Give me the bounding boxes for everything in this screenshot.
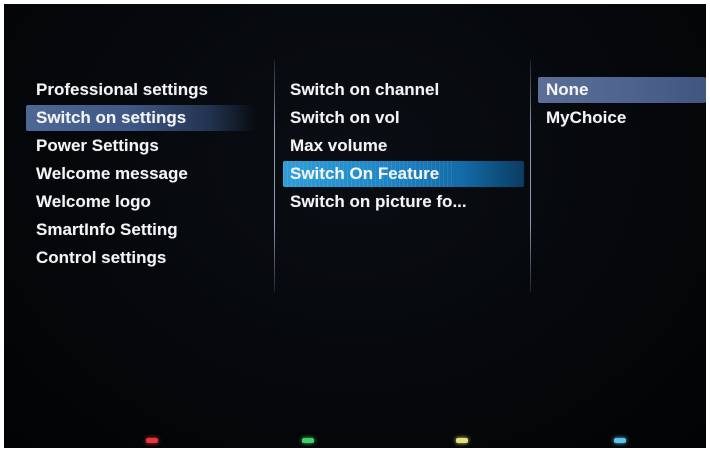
menu-item-label: Power Settings	[36, 136, 159, 155]
submenu-item-label: Switch On Feature	[290, 164, 440, 183]
yellow-color-key[interactable]	[456, 438, 468, 443]
tv-menu-screen: Professional settings Switch on settings…	[4, 4, 706, 448]
option-label: None	[546, 80, 589, 99]
column-divider	[274, 60, 275, 292]
submenu-item-switch-on-feature[interactable]: Switch On Feature	[280, 160, 526, 188]
option-label: MyChoice	[546, 108, 627, 127]
menu-item-power-settings[interactable]: Power Settings	[26, 132, 256, 160]
red-color-key[interactable]	[146, 438, 158, 443]
column-divider	[530, 60, 531, 292]
menu-item-label: Welcome message	[36, 164, 188, 183]
menu-item-welcome-logo[interactable]: Welcome logo	[26, 188, 256, 216]
menu-item-control-settings[interactable]: Control settings	[26, 244, 256, 272]
submenu-item-switch-on-vol[interactable]: Switch on vol	[280, 104, 526, 132]
switch-on-submenu-column: Switch on channel Switch on vol Max volu…	[280, 76, 526, 216]
submenu-item-label: Max volume	[290, 136, 388, 155]
menu-item-switch-on-settings[interactable]: Switch on settings	[26, 104, 256, 132]
submenu-item-switch-on-picture-format[interactable]: Switch on picture fo...	[280, 188, 526, 216]
settings-menu-column: Professional settings Switch on settings…	[26, 76, 256, 272]
menu-item-label: Welcome logo	[36, 192, 151, 211]
menu-item-label: Switch on settings	[36, 108, 187, 127]
menu-item-label: Control settings	[36, 248, 167, 267]
submenu-item-max-volume[interactable]: Max volume	[280, 132, 526, 160]
option-values-column: None MyChoice	[536, 76, 706, 132]
menu-item-smartinfo-setting[interactable]: SmartInfo Setting	[26, 216, 256, 244]
menu-item-label: SmartInfo Setting	[36, 220, 178, 239]
menu-item-welcome-message[interactable]: Welcome message	[26, 160, 256, 188]
menu-item-label: Professional settings	[36, 80, 208, 99]
blue-color-key[interactable]	[614, 438, 626, 443]
submenu-item-label: Switch on channel	[290, 80, 440, 99]
submenu-item-switch-on-channel[interactable]: Switch on channel	[280, 76, 526, 104]
submenu-item-label: Switch on picture fo...	[290, 192, 467, 211]
option-mychoice[interactable]: MyChoice	[536, 104, 706, 132]
submenu-item-label: Switch on vol	[290, 108, 400, 127]
option-none[interactable]: None	[536, 76, 706, 104]
green-color-key[interactable]	[302, 438, 314, 443]
menu-item-professional-settings[interactable]: Professional settings	[26, 76, 256, 104]
